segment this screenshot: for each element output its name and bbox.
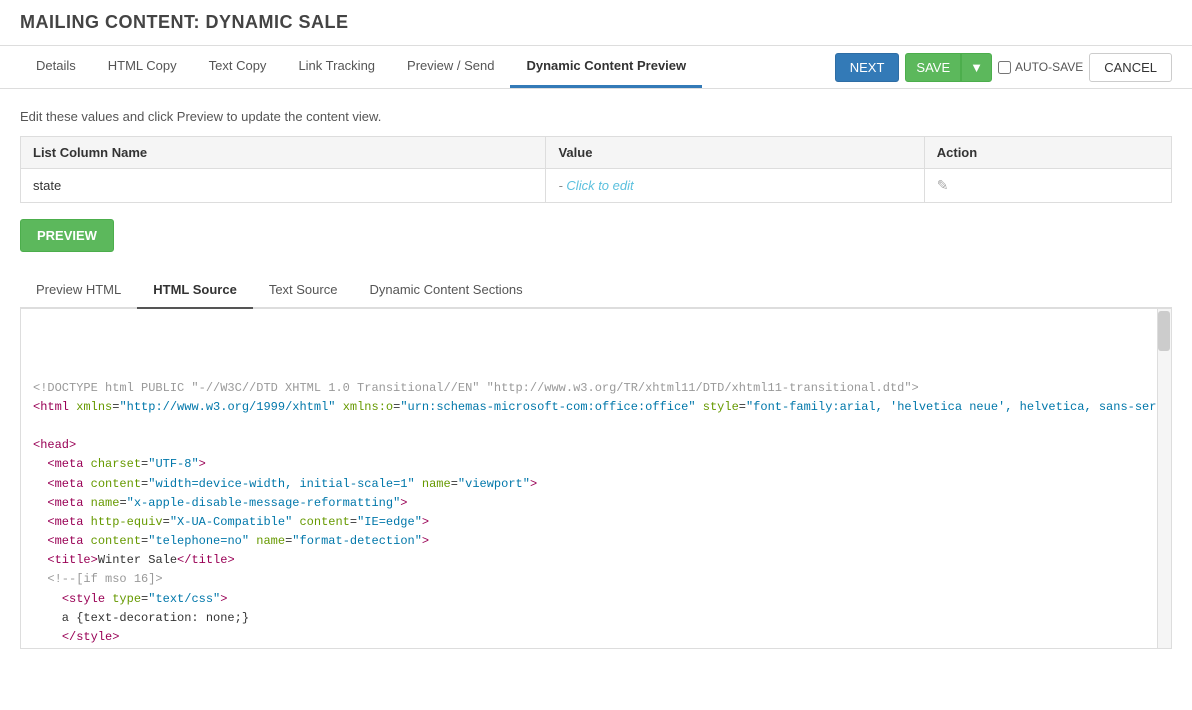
sub-tab-preview-html[interactable]: Preview HTML xyxy=(20,272,137,309)
sub-tab-text-source[interactable]: Text Source xyxy=(253,272,354,309)
tab-text-copy[interactable]: Text Copy xyxy=(193,46,283,88)
col-header-list-column-name: List Column Name xyxy=(21,137,546,169)
code-content: <!DOCTYPE html PUBLIC "-//W3C//DTD XHTML… xyxy=(33,359,1159,649)
edit-icon[interactable]: ✎ xyxy=(937,177,949,193)
click-to-edit-text[interactable]: Click to edit xyxy=(566,178,633,193)
sub-tab-dynamic-content-sections[interactable]: Dynamic Content Sections xyxy=(353,272,538,309)
sub-tab-html-source[interactable]: HTML Source xyxy=(137,272,253,309)
tab-dynamic-content-preview[interactable]: Dynamic Content Preview xyxy=(510,46,702,88)
save-dropdown-button[interactable]: ▼ xyxy=(961,53,992,82)
values-table: List Column Name Value Action state - Cl… xyxy=(20,136,1172,203)
tab-html-copy[interactable]: HTML Copy xyxy=(92,46,193,88)
autosave-checkbox-label[interactable]: AUTO-SAVE xyxy=(998,60,1083,74)
code-area: <!DOCTYPE html PUBLIC "-//W3C//DTD XHTML… xyxy=(20,309,1172,649)
cancel-button[interactable]: CANCEL xyxy=(1089,53,1172,82)
preview-button[interactable]: PREVIEW xyxy=(20,219,114,252)
tab-preview-send[interactable]: Preview / Send xyxy=(391,46,510,88)
cell-action[interactable]: ✎ xyxy=(924,169,1171,203)
tab-details[interactable]: Details xyxy=(20,46,92,88)
next-button[interactable]: NEXT xyxy=(835,53,900,82)
tab-link-tracking[interactable]: Link Tracking xyxy=(282,46,391,88)
col-header-action: Action xyxy=(924,137,1171,169)
scrollbar-track[interactable] xyxy=(1157,309,1171,648)
scrollbar-thumb[interactable] xyxy=(1158,311,1170,351)
info-text: Edit these values and click Preview to u… xyxy=(20,109,1172,124)
autosave-checkbox[interactable] xyxy=(998,61,1011,74)
sub-tab-bar: Preview HTML HTML Source Text Source Dyn… xyxy=(20,272,1172,309)
save-button[interactable]: SAVE xyxy=(905,53,961,82)
autosave-label: AUTO-SAVE xyxy=(1015,60,1083,74)
col-header-value: Value xyxy=(546,137,924,169)
page-title: MAILING CONTENT: DYNAMIC SALE xyxy=(20,12,1172,33)
cell-column-name: state xyxy=(21,169,546,203)
table-row: state - Click to edit ✎ xyxy=(21,169,1172,203)
cell-value[interactable]: - Click to edit xyxy=(546,169,924,203)
